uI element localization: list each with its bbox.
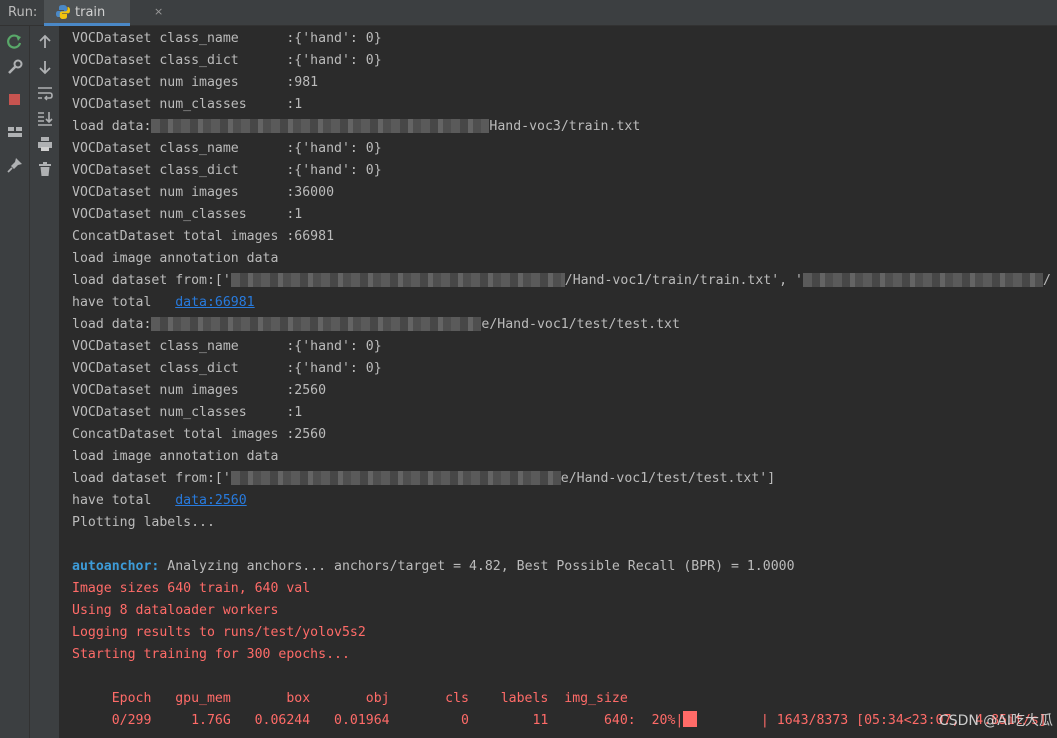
- progress-bar: [683, 711, 698, 727]
- console-line: load data: e/Hand-voc1/test/test.txt: [72, 317, 680, 332]
- scroll-down-icon[interactable]: [35, 57, 55, 77]
- training-table-header: Epoch gpu_mem box obj cls labels img_siz…: [72, 691, 628, 706]
- rerun-icon[interactable]: [5, 32, 25, 52]
- tab-train[interactable]: train ×: [44, 0, 163, 26]
- console-line: load image annotation data: [72, 449, 279, 464]
- console-line: VOCDataset class_dict :{'hand': 0}: [72, 361, 382, 376]
- console-line: have total data:2560: [72, 493, 247, 508]
- python-icon: [55, 4, 71, 24]
- console-line: VOCDataset class_name :{'hand': 0}: [72, 339, 382, 354]
- watermark: CSDN @AI吃大瓜: [938, 713, 1053, 729]
- console-line: VOCDataset class_name :{'hand': 0}: [72, 31, 382, 46]
- tab-label: train: [75, 5, 106, 20]
- console-line: load data: Hand-voc3/train.txt: [72, 119, 641, 134]
- console-line: load image annotation data: [72, 251, 279, 266]
- scroll-up-icon[interactable]: [35, 32, 55, 52]
- console-line: VOCDataset num images :981: [72, 75, 319, 90]
- autoanchor-prefix: autoanchor:: [72, 559, 160, 574]
- console-line: load dataset from:['/Hand-voc1/train/tra…: [72, 273, 1051, 288]
- console-line: VOCDataset num_classes :1: [72, 405, 303, 420]
- run-toolbar-primary: [0, 26, 30, 738]
- trash-icon[interactable]: [35, 159, 55, 179]
- console-line: ConcatDataset total images :66981: [72, 229, 335, 244]
- close-icon[interactable]: ×: [154, 5, 163, 18]
- scroll-to-end-icon[interactable]: [35, 108, 55, 128]
- training-progress-row: 0/299 1.76G 0.06244 0.01964 0 11 640: 20…: [72, 711, 1047, 728]
- console-line: VOCDataset class_name :{'hand': 0}: [72, 141, 382, 156]
- settings-wrench-icon[interactable]: [5, 57, 25, 77]
- run-label: Run:: [8, 5, 38, 20]
- redacted-path: [230, 273, 565, 287]
- console-line: have total data:66981: [72, 295, 255, 310]
- console-line: Plotting labels...: [72, 515, 215, 530]
- print-icon[interactable]: [35, 134, 55, 154]
- soft-wrap-icon[interactable]: [35, 83, 55, 103]
- console-line: ConcatDataset total images :2560: [72, 427, 327, 442]
- console-line-stderr: Logging results to runs/test/yolov5s2: [72, 625, 366, 640]
- console-line: VOCDataset num_classes :1: [72, 97, 303, 112]
- redacted-path: [230, 471, 561, 485]
- console-line: VOCDataset num images :2560: [72, 383, 327, 398]
- console-line: load dataset from:[' e/Hand-voc1/test/tes…: [72, 471, 776, 486]
- console-line: VOCDataset class_dict :{'hand': 0}: [72, 53, 382, 68]
- pin-icon[interactable]: [5, 155, 25, 175]
- console-line-stderr: Starting training for 300 epochs...: [72, 647, 350, 662]
- console-line: VOCDataset class_dict :{'hand': 0}: [72, 163, 382, 178]
- console-line: autoanchor: Analyzing anchors... anchors…: [72, 559, 795, 574]
- console-line: VOCDataset num_classes :1: [72, 207, 303, 222]
- layout-icon[interactable]: [5, 122, 25, 142]
- redacted-path: [151, 119, 490, 133]
- console-output[interactable]: VOCDataset class_name :{'hand': 0} VOCDa…: [60, 26, 1057, 738]
- data-link[interactable]: data:2560: [175, 493, 246, 508]
- redacted-path: [802, 273, 1043, 287]
- console-line: VOCDataset num images :36000: [72, 185, 335, 200]
- redacted-path: [151, 317, 482, 331]
- console-line-stderr: Using 8 dataloader workers: [72, 603, 279, 618]
- data-link[interactable]: data:66981: [175, 295, 254, 310]
- run-toolwindow-header: Run: train ×: [0, 0, 1057, 26]
- run-toolbar-secondary: [30, 26, 60, 738]
- console-line-stderr: Image sizes 640 train, 640 val: [72, 581, 311, 596]
- stop-icon[interactable]: [5, 89, 25, 109]
